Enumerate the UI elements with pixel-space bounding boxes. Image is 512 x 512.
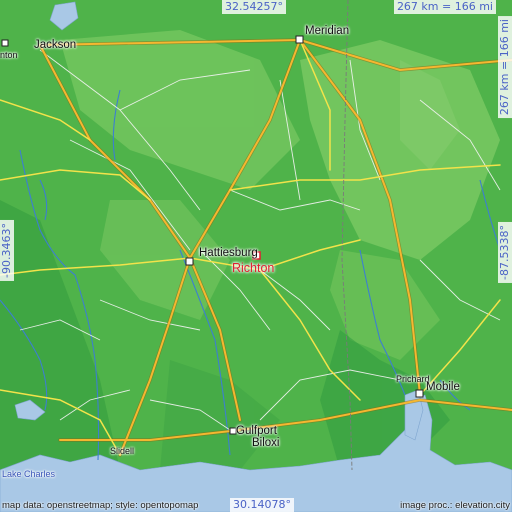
hattiesburg-marker [185, 257, 194, 266]
jackson-marker [1, 39, 9, 47]
map-credit: map data: openstreetmap; style: opentopo… [2, 500, 199, 511]
image-credit: image proc.: elevation.city [400, 500, 510, 511]
vertical-scale-label: 267 km = 166 mi [498, 16, 512, 119]
bottom-latitude-label: 30.14078° [230, 498, 294, 512]
city-label-hattiesburg: Hattiesburg [199, 247, 258, 259]
city-label-richton: Richton [232, 261, 275, 275]
city-label-lake-charles: Lake Charles [2, 469, 56, 479]
horizontal-scale-label: 267 km = 166 mi [393, 0, 496, 14]
city-label-meridian: Meridian [305, 25, 350, 37]
meridian-marker [295, 35, 304, 44]
left-longitude-label: -90.3463° [0, 220, 14, 281]
city-label-prichard: Prichard [396, 374, 430, 384]
city-label-jackson: Jackson [34, 39, 77, 51]
mobile-marker [415, 389, 424, 398]
map-canvas[interactable]: 32.54257° 30.14078° -90.3463° -87.5338° … [0, 0, 512, 512]
city-label-gulfport: Gulfport [236, 425, 277, 437]
city-label-slidell: Slidell [110, 446, 135, 456]
right-longitude-label: -87.5338° [498, 222, 512, 283]
top-latitude-label: 32.54257° [222, 0, 286, 14]
city-label-biloxi: Biloxi [252, 437, 280, 449]
city-label-clinton: nton [0, 50, 18, 60]
city-label-mobile: Mobile [426, 381, 460, 393]
